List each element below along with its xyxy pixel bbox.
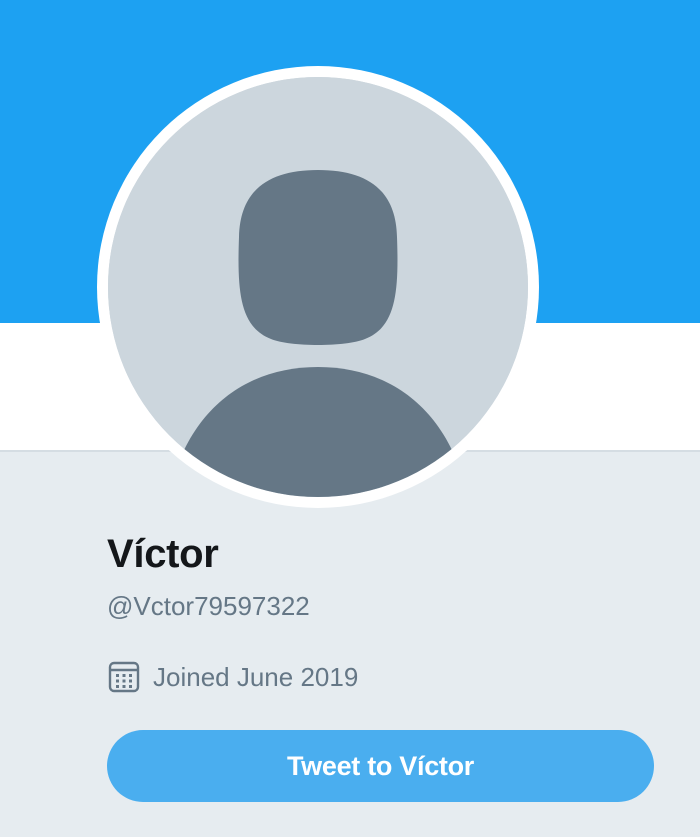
profile-joined-date: Joined June 2019	[107, 660, 358, 694]
tweet-to-user-button[interactable]: Tweet to Víctor	[107, 730, 654, 802]
joined-date-label: Joined June 2019	[153, 662, 359, 692]
calendar-icon	[107, 660, 141, 694]
profile-avatar[interactable]	[97, 66, 539, 508]
profile-handle[interactable]: @Vctor79597322	[107, 590, 310, 622]
profile-display-name[interactable]: Víctor	[107, 530, 219, 578]
default-avatar-icon	[108, 77, 528, 497]
